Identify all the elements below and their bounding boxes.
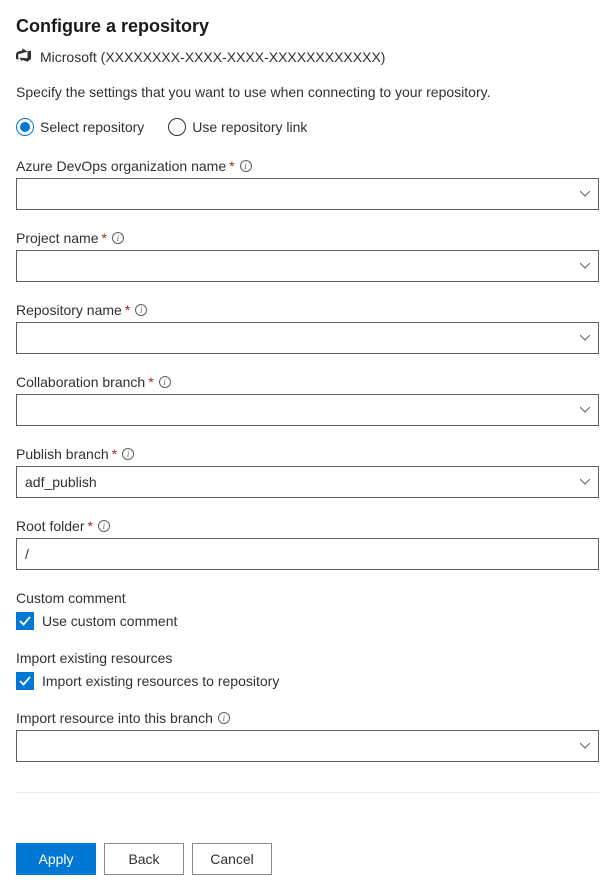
- required-indicator: *: [112, 446, 117, 462]
- root-folder-input[interactable]: [16, 538, 599, 570]
- checkmark-icon: [19, 615, 31, 627]
- org-row: Microsoft (XXXXXXXX-XXXX-XXXX-XXXXXXXXXX…: [16, 47, 599, 66]
- apply-button[interactable]: Apply: [16, 843, 96, 875]
- footer-actions: Apply Back Cancel: [16, 792, 599, 875]
- chevron-down-icon: [580, 189, 590, 199]
- org-name-label: Azure DevOps organization name * i: [16, 158, 599, 174]
- required-indicator: *: [101, 230, 106, 246]
- custom-comment-header: Custom comment: [16, 590, 599, 606]
- import-existing-checkbox[interactable]: [16, 672, 34, 690]
- page-title: Configure a repository: [16, 16, 599, 37]
- description: Specify the settings that you want to us…: [16, 84, 599, 100]
- radio-label: Use repository link: [192, 119, 307, 135]
- required-indicator: *: [148, 374, 153, 390]
- info-icon[interactable]: i: [112, 232, 124, 244]
- import-branch-label: Import resource into this branch i: [16, 710, 599, 726]
- project-name-select[interactable]: [16, 250, 599, 282]
- org-text: Microsoft (XXXXXXXX-XXXX-XXXX-XXXXXXXXXX…: [40, 49, 385, 65]
- root-folder-label: Root folder * i: [16, 518, 599, 534]
- radio-label: Select repository: [40, 119, 144, 135]
- devops-icon: [16, 47, 32, 66]
- chevron-down-icon: [580, 405, 590, 415]
- info-icon[interactable]: i: [240, 160, 252, 172]
- radio-icon: [16, 118, 34, 136]
- info-icon[interactable]: i: [135, 304, 147, 316]
- info-icon[interactable]: i: [159, 376, 171, 388]
- project-name-label: Project name * i: [16, 230, 599, 246]
- info-icon[interactable]: i: [218, 712, 230, 724]
- info-icon[interactable]: i: [98, 520, 110, 532]
- cancel-button[interactable]: Cancel: [192, 843, 272, 875]
- checkmark-icon: [19, 675, 31, 687]
- chevron-down-icon: [580, 477, 590, 487]
- radio-icon: [168, 118, 186, 136]
- chevron-down-icon: [580, 741, 590, 751]
- radio-select-repository[interactable]: Select repository: [16, 118, 144, 136]
- required-indicator: *: [229, 158, 234, 174]
- custom-comment-checkbox-label: Use custom comment: [42, 613, 177, 629]
- back-button[interactable]: Back: [104, 843, 184, 875]
- info-icon[interactable]: i: [122, 448, 134, 460]
- repo-name-select[interactable]: [16, 322, 599, 354]
- chevron-down-icon: [580, 333, 590, 343]
- required-indicator: *: [87, 518, 92, 534]
- repo-name-label: Repository name * i: [16, 302, 599, 318]
- import-branch-select[interactable]: [16, 730, 599, 762]
- import-existing-checkbox-label: Import existing resources to repository: [42, 673, 279, 689]
- collab-branch-select[interactable]: [16, 394, 599, 426]
- publish-branch-label: Publish branch * i: [16, 446, 599, 462]
- required-indicator: *: [125, 302, 130, 318]
- import-existing-header: Import existing resources: [16, 650, 599, 666]
- custom-comment-checkbox[interactable]: [16, 612, 34, 630]
- radio-use-repository-link[interactable]: Use repository link: [168, 118, 307, 136]
- org-name-select[interactable]: [16, 178, 599, 210]
- select-value: adf_publish: [25, 474, 97, 490]
- repository-mode-radios: Select repository Use repository link: [16, 118, 599, 136]
- collab-branch-label: Collaboration branch * i: [16, 374, 599, 390]
- publish-branch-select[interactable]: adf_publish: [16, 466, 599, 498]
- chevron-down-icon: [580, 261, 590, 271]
